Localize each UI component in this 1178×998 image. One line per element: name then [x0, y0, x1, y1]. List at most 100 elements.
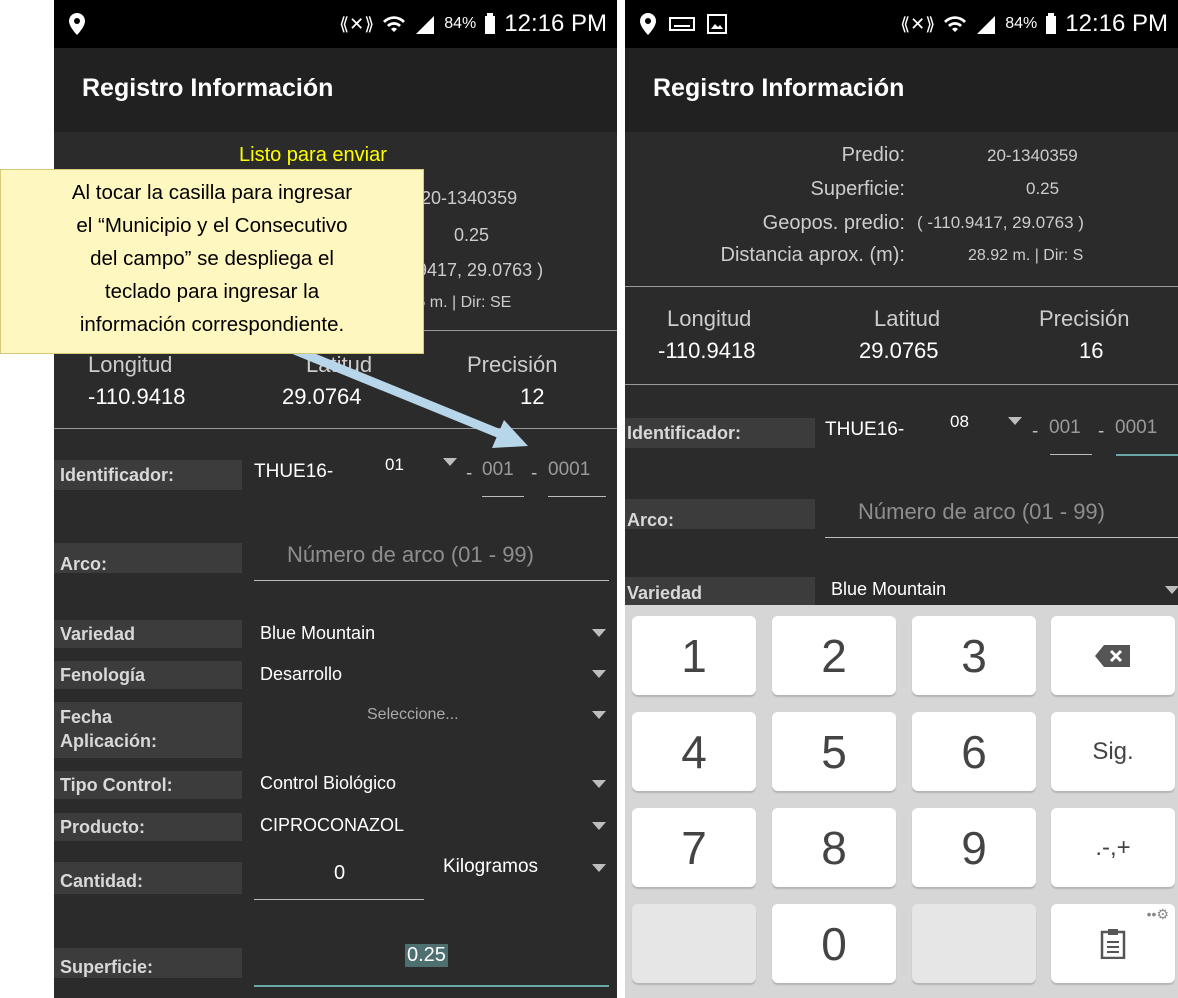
divider: [625, 384, 1178, 385]
blank-key[interactable]: [912, 904, 1036, 983]
clipboard-button[interactable]: ••⚙: [1051, 904, 1175, 983]
geopos-label: Geopos. predio:: [762, 212, 905, 234]
settings-icon: ••⚙: [1146, 906, 1169, 922]
dropdown-caret-icon[interactable]: [592, 629, 606, 637]
key-5[interactable]: 5: [772, 712, 896, 791]
fenologia-label: Fenología: [54, 661, 242, 689]
app-bar: Registro Información: [625, 48, 1178, 132]
divider: [625, 286, 1178, 287]
municipio-select[interactable]: 08: [950, 412, 969, 432]
latitud-value: 29.0765: [859, 338, 939, 363]
consecutivo-underline: [1050, 454, 1092, 455]
variedad-select[interactable]: Blue Mountain: [260, 623, 375, 644]
blank-key[interactable]: [632, 904, 756, 983]
superficie-input[interactable]: 0.25: [405, 944, 448, 967]
campo-underline: [1116, 454, 1178, 456]
clock: 12:16 PM: [1065, 10, 1168, 37]
campo-underline: [548, 496, 606, 497]
identificador-prefix: THUE16-: [825, 419, 905, 440]
dropdown-caret-icon[interactable]: [592, 822, 606, 830]
superficie-info-label: Superficie:: [810, 178, 906, 200]
key-3[interactable]: 3: [912, 616, 1036, 695]
callout-line: el “Municipio y el Consecutivo: [76, 214, 348, 237]
location-icon: [640, 13, 656, 35]
arco-label: Arco:: [54, 543, 242, 574]
arco-input[interactable]: Número de arco (01 - 99): [287, 542, 534, 568]
numeric-keypad: 1 2 3 4 5 6 Sig. 7 8 9 .-,+ 0 ••⚙: [625, 605, 1178, 998]
variedad-label: Variedad: [625, 577, 815, 605]
producto-label: Producto:: [54, 813, 242, 841]
vibrate-icon: ⟪✕⟫: [900, 13, 936, 34]
superficie-label: Superficie:: [54, 948, 242, 978]
distancia-label: Distancia aprox. (m):: [720, 244, 906, 266]
unidad-select[interactable]: Kilogramos: [443, 856, 538, 878]
key-1[interactable]: 1: [632, 616, 756, 695]
callout-line: del campo” se despliega el: [90, 247, 334, 270]
arco-underline: [825, 537, 1178, 538]
callout-line: teclado para ingresar la: [104, 280, 320, 303]
geopos-value: ( -110.9417, 29.0763 ): [917, 213, 1084, 232]
wifi-icon: [944, 16, 967, 32]
signal-icon: [977, 16, 996, 34]
clipboard-icon: [1100, 928, 1126, 959]
symbols-button[interactable]: .-,+: [1051, 808, 1175, 887]
consecutivo-underline: [482, 496, 524, 497]
separator: -: [1098, 421, 1105, 442]
fecha-select[interactable]: Seleccione...: [367, 706, 459, 724]
superficie-info-value: 0.25: [1026, 179, 1060, 198]
precision-label: Precisión: [1039, 306, 1130, 331]
consecutivo-input[interactable]: 001: [1049, 417, 1081, 439]
fecha-label-line2: Aplicación:: [60, 731, 158, 751]
variedad-select[interactable]: Blue Mountain: [831, 579, 946, 600]
longitud-label: Longitud: [667, 306, 752, 331]
distancia-value: 28.92 m. | Dir: S: [968, 247, 1084, 264]
key-2[interactable]: 2: [772, 616, 896, 695]
cantidad-underline: [254, 899, 424, 900]
status-bar: ⟪✕⟫ 84% 12:16 PM: [625, 0, 1178, 48]
arco-input[interactable]: Número de arco (01 - 99): [858, 499, 1105, 525]
key-7[interactable]: 7: [632, 808, 756, 887]
dropdown-caret-icon[interactable]: [592, 780, 606, 788]
identificador-label: Identificador:: [625, 418, 815, 448]
tipo-control-select[interactable]: Control Biológico: [260, 773, 396, 794]
image-icon: [707, 14, 727, 34]
battery-percent: 84%: [1005, 15, 1038, 32]
cantidad-label: Cantidad:: [54, 862, 242, 894]
instruction-callout: Al tocar la casilla para ingresar el “Mu…: [0, 169, 424, 354]
key-4[interactable]: 4: [632, 712, 756, 791]
battery-icon: [1046, 13, 1057, 34]
superficie-underline: [254, 985, 609, 987]
latitud-label: Latitud: [874, 306, 941, 331]
backspace-icon: [1095, 644, 1130, 667]
longitud-value: -110.9418: [658, 338, 756, 363]
dropdown-caret-icon[interactable]: [592, 864, 606, 872]
variedad-label: Variedad: [54, 620, 242, 648]
arco-label: Arco:: [625, 499, 815, 530]
key-6[interactable]: 6: [912, 712, 1036, 791]
next-button[interactable]: Sig.: [1051, 712, 1175, 791]
separator: -: [1032, 421, 1039, 442]
dropdown-caret-icon[interactable]: [1008, 417, 1022, 425]
key-0[interactable]: 0: [772, 904, 896, 983]
dropdown-caret-icon[interactable]: [592, 711, 606, 719]
callout-line: información correspondiente.: [79, 313, 345, 336]
fenologia-select[interactable]: Desarrollo: [260, 664, 342, 685]
producto-select[interactable]: CIPROCONAZOL: [260, 815, 404, 836]
tipo-control-label: Tipo Control:: [54, 771, 242, 799]
dropdown-caret-icon[interactable]: [592, 670, 606, 678]
dropdown-caret-icon[interactable]: [1165, 586, 1178, 594]
backspace-button[interactable]: [1051, 616, 1175, 695]
predio-value: 20-1340359: [987, 146, 1078, 165]
right-screen: ⟪✕⟫ 84% 12:16 PM Registro Información Pr…: [625, 0, 1178, 998]
predio-label: Predio:: [841, 144, 905, 166]
key-9[interactable]: 9: [912, 808, 1036, 887]
campo-input[interactable]: 0001: [1115, 417, 1157, 439]
fecha-label-line1: Fecha: [60, 707, 113, 727]
page-title: Registro Información: [653, 74, 905, 102]
cantidad-input[interactable]: 0: [334, 862, 345, 885]
callout-line: Al tocar la casilla para ingresar: [71, 181, 353, 204]
key-8[interactable]: 8: [772, 808, 896, 887]
keyboard-icon: [669, 17, 695, 31]
precision-value: 16: [1079, 338, 1104, 363]
fecha-label: Fecha Aplicación:: [54, 702, 242, 758]
